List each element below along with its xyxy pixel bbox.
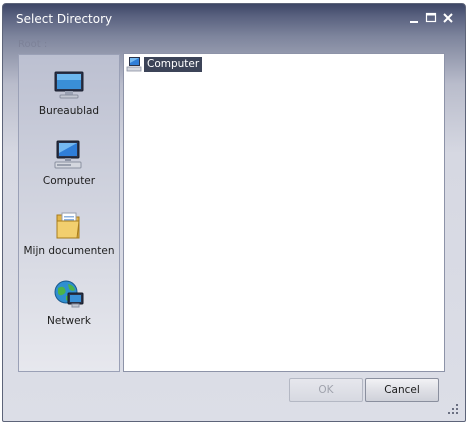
maximize-icon[interactable] bbox=[424, 11, 438, 25]
place-label: Computer bbox=[42, 175, 96, 187]
computer-icon bbox=[126, 56, 142, 72]
place-computer[interactable]: Computer bbox=[19, 139, 119, 203]
place-network[interactable]: Netwerk bbox=[19, 279, 119, 343]
place-desktop[interactable]: Bureaublad bbox=[19, 69, 119, 133]
tree-node-label: Computer bbox=[144, 56, 203, 72]
dialog-title: Select Directory bbox=[16, 12, 113, 26]
root-label: Root : bbox=[18, 39, 48, 50]
tree-node-computer[interactable]: Computer bbox=[126, 56, 203, 72]
places-bar: Bureaublad Computer Mijn documenten Netw… bbox=[18, 54, 120, 372]
select-directory-dialog: Select Directory Root : Bureaublad Compu… bbox=[2, 3, 466, 422]
cancel-button[interactable]: Cancel bbox=[365, 378, 439, 402]
folder-documents-icon bbox=[53, 209, 85, 241]
ok-button[interactable]: OK bbox=[289, 378, 363, 402]
place-label: Netwerk bbox=[47, 315, 91, 327]
resize-grip-icon[interactable] bbox=[447, 403, 459, 415]
place-my-documents[interactable]: Mijn documenten bbox=[19, 209, 119, 273]
directory-tree[interactable]: Computer bbox=[123, 53, 445, 372]
computer-icon bbox=[53, 139, 85, 171]
close-icon[interactable] bbox=[441, 11, 455, 25]
minimize-icon[interactable] bbox=[407, 11, 421, 25]
network-icon bbox=[53, 279, 85, 311]
place-label: Mijn documenten bbox=[23, 245, 115, 257]
title-bar[interactable]: Select Directory bbox=[3, 4, 465, 34]
desktop-icon bbox=[53, 69, 85, 101]
place-label: Bureaublad bbox=[38, 105, 100, 117]
